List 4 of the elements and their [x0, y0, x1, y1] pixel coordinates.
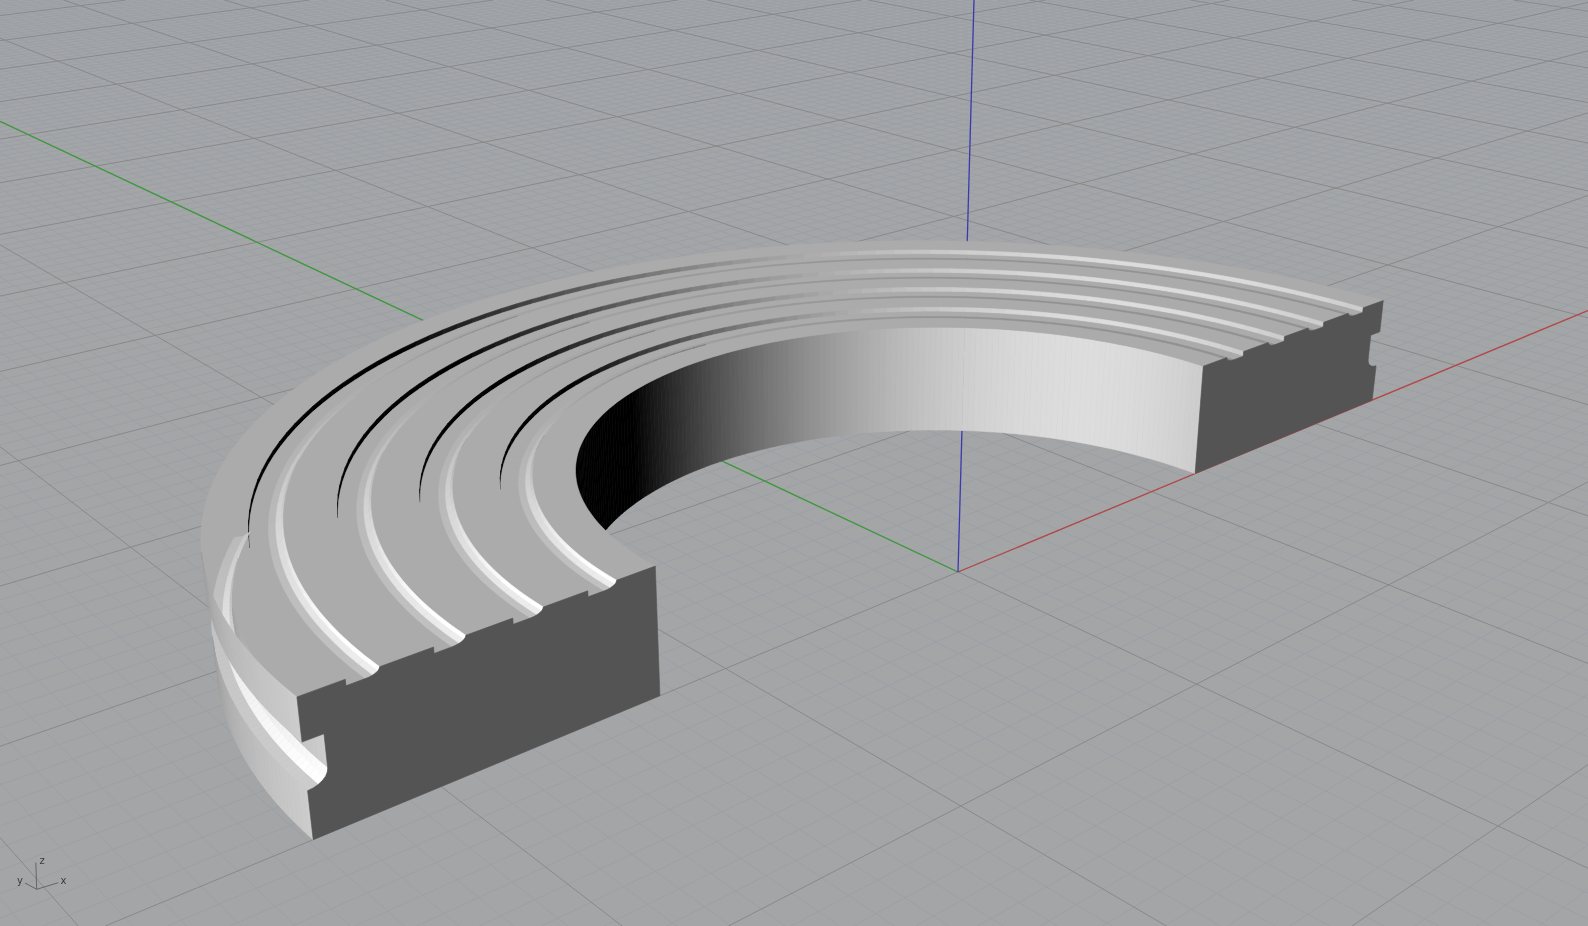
axis-label: z [39, 855, 45, 866]
axis-label: x [60, 874, 67, 886]
axis-label: y [17, 874, 23, 886]
axis-gizmo-icon [24, 862, 59, 890]
